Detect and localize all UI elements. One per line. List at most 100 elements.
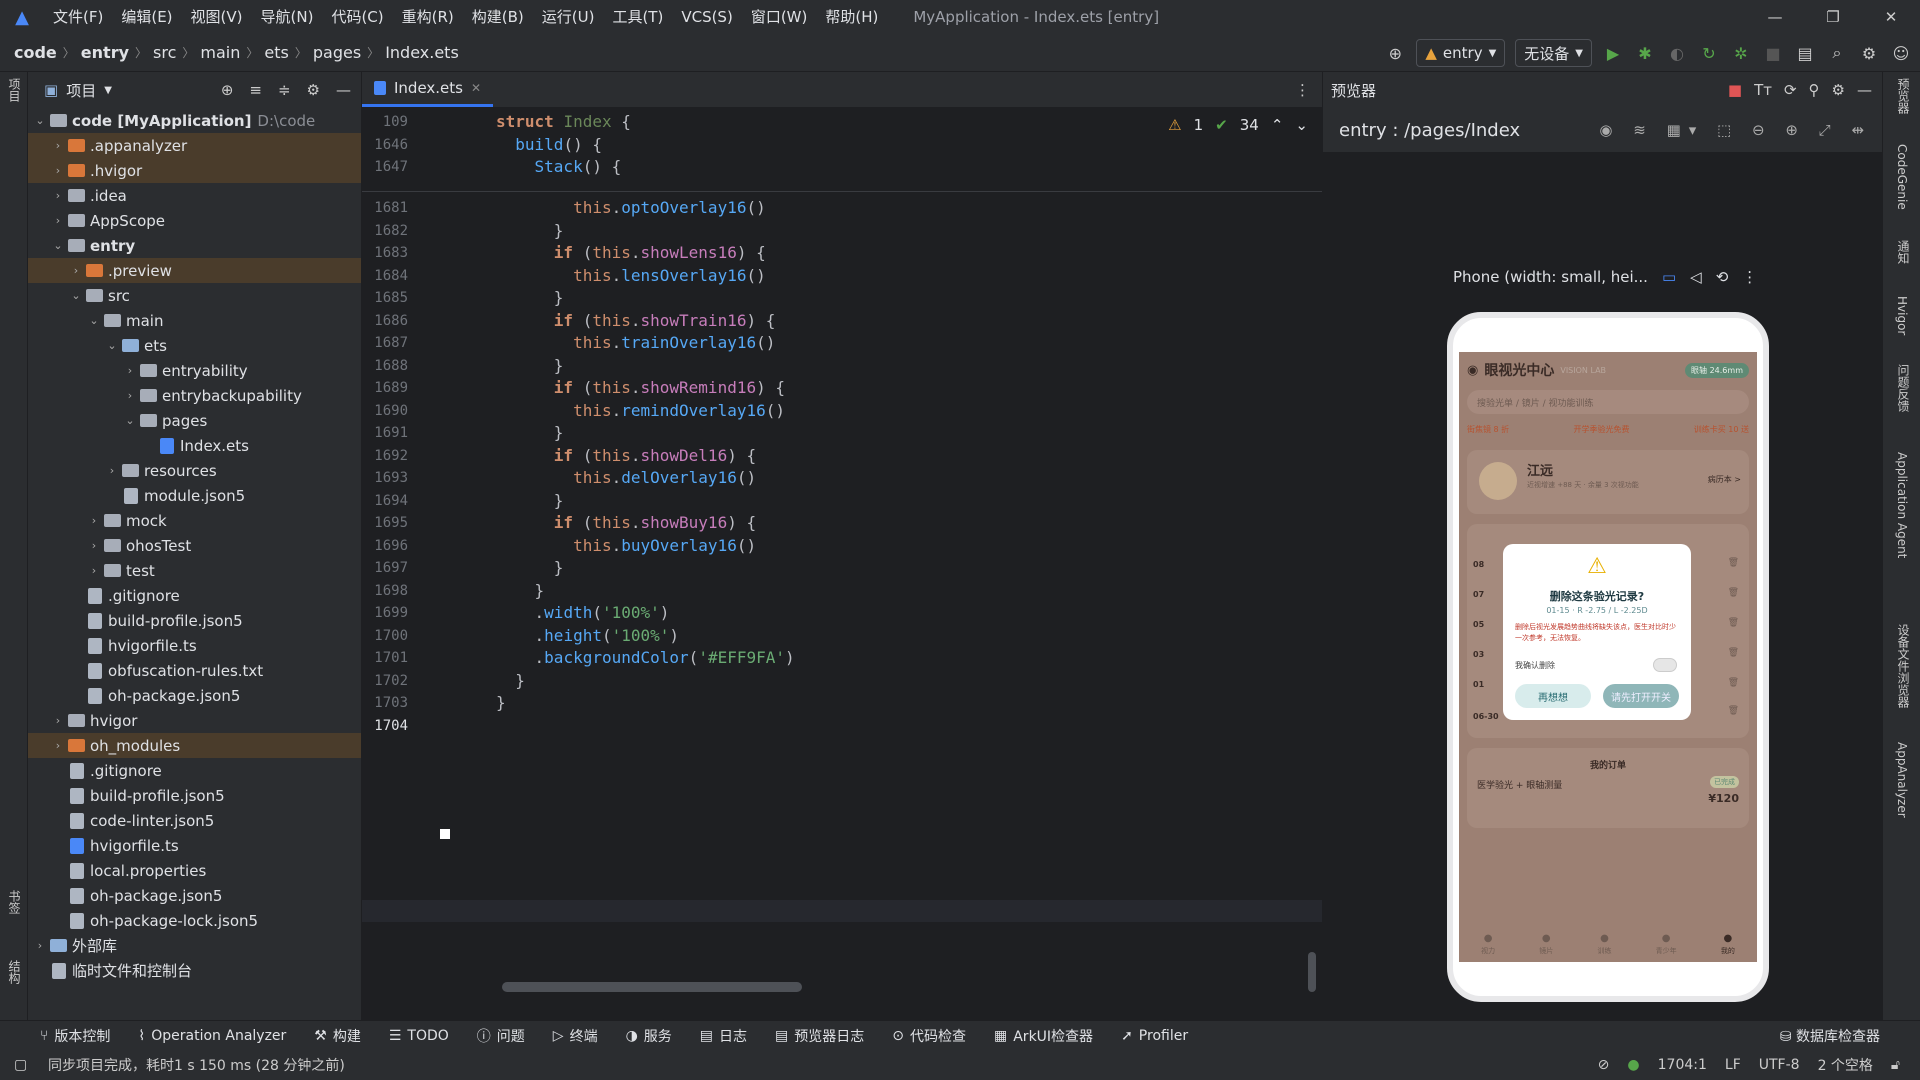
breadcrumb-item[interactable]: main xyxy=(200,43,240,62)
bottom-tool-button[interactable]: ▷ 终端 xyxy=(553,1026,598,1046)
trash-icon[interactable]: 🗑︎ xyxy=(1728,678,1739,688)
tree-row[interactable]: build-profile.json5 xyxy=(28,783,361,808)
tree-row[interactable]: ⌄ code [MyApplication] D:\code xyxy=(28,108,361,133)
more-icon[interactable]: ⋮ xyxy=(1742,268,1757,286)
cancel-button[interactable]: 再想想 xyxy=(1515,684,1591,708)
right-tool-tab[interactable]: 问题反馈 xyxy=(1895,364,1912,412)
confirm-toggle[interactable] xyxy=(1653,658,1677,672)
breadcrumb-item[interactable]: src xyxy=(153,43,176,62)
code-line[interactable]: } xyxy=(496,558,564,577)
tree-row[interactable]: › oh_modules xyxy=(28,733,361,758)
right-tool-tab[interactable]: 设备文件浏览器 xyxy=(1895,624,1912,708)
chevron-right-icon[interactable]: › xyxy=(50,214,66,227)
rotate-icon[interactable]: ⟲ xyxy=(1716,268,1729,286)
code-line[interactable]: this.optoOverlay16() xyxy=(496,198,766,217)
chevron-down-icon[interactable]: ⌄ xyxy=(32,114,48,127)
horizontal-scrollbar[interactable] xyxy=(502,982,802,992)
tree-row[interactable]: ⌄ entry xyxy=(28,233,361,258)
status-toggle-icon[interactable]: ▢ xyxy=(14,1057,27,1073)
status-message[interactable]: 同步项目完成，耗时1 s 150 ms (28 分钟之前) xyxy=(48,1055,345,1075)
menu-item[interactable]: 运行(U) xyxy=(533,0,604,34)
chevron-right-icon[interactable]: › xyxy=(86,514,102,527)
nav-tab[interactable]: ● 镜片 xyxy=(1539,933,1553,956)
right-tool-tab[interactable]: AppAnalyzer xyxy=(1895,742,1909,818)
nav-tab[interactable]: ● 青少年 xyxy=(1656,933,1677,956)
target-icon[interactable]: ⊕ xyxy=(1384,42,1406,64)
right-tool-tab[interactable]: Application Agent xyxy=(1895,452,1909,558)
code-line[interactable]: } xyxy=(496,356,564,375)
project-panel-title[interactable]: 项目 xyxy=(66,80,96,101)
menu-item[interactable]: 文件(F) xyxy=(44,0,112,34)
code-line[interactable]: if (this.showRemind16) { xyxy=(496,378,785,397)
bottom-tool-button[interactable]: ➚ Profiler xyxy=(1121,1028,1188,1044)
attach-icon[interactable]: ◐ xyxy=(1666,42,1688,64)
tree-row[interactable]: › entrybackupability xyxy=(28,383,361,408)
close-icon[interactable]: ✕ xyxy=(471,81,481,95)
tree-row[interactable]: .gitignore xyxy=(28,583,361,608)
bottom-tool-button[interactable]: ⊙ 代码检查 xyxy=(892,1026,966,1046)
font-size-icon[interactable]: Tт xyxy=(1754,81,1772,99)
tree-row[interactable]: local.properties xyxy=(28,858,361,883)
phone-screen[interactable]: ◉ 眼视光中心 VISION LAB 眼轴 24.6mm 搜验光单 / 镜片 /… xyxy=(1459,352,1757,962)
chevron-down-icon[interactable]: ⌄ xyxy=(50,239,66,252)
code-line[interactable]: struct Index { xyxy=(496,112,631,131)
tree-row[interactable]: obfuscation-rules.txt xyxy=(28,658,361,683)
menu-item[interactable]: 编辑(E) xyxy=(112,0,181,34)
tree-row[interactable]: › test xyxy=(28,558,361,583)
code-line[interactable]: this.remindOverlay16() xyxy=(496,401,785,420)
code-line[interactable]: this.buyOverlay16() xyxy=(496,536,756,555)
tree-row[interactable]: › 外部库 xyxy=(28,933,361,958)
trash-icon[interactable]: 🗑︎ xyxy=(1728,588,1739,598)
menu-item[interactable]: 视图(V) xyxy=(182,0,252,34)
stop-icon[interactable]: ■ xyxy=(1762,42,1784,64)
chevron-right-icon[interactable]: › xyxy=(86,539,102,552)
nav-tab[interactable]: ● 视力 xyxy=(1481,933,1495,956)
nav-tab[interactable]: ● 训练 xyxy=(1597,933,1611,956)
tree-row[interactable]: › entryability xyxy=(28,358,361,383)
code-line[interactable]: .backgroundColor('#EFF9FA') xyxy=(496,648,795,667)
collapse-all-icon[interactable]: ≑ xyxy=(278,81,291,99)
chevron-down-icon[interactable]: ▼ xyxy=(104,85,112,96)
code-line[interactable]: } xyxy=(496,288,564,307)
code-line[interactable]: this.delOverlay16() xyxy=(496,468,756,487)
chevron-right-icon[interactable]: › xyxy=(50,164,66,177)
breadcrumb-item[interactable]: entry xyxy=(81,43,129,62)
chevron-down-icon[interactable]: ⌄ xyxy=(68,289,84,302)
code-line[interactable]: if (this.showBuy16) { xyxy=(496,513,756,532)
promo-item[interactable]: 开学季验光免费 xyxy=(1573,424,1629,440)
chevron-right-icon[interactable]: › xyxy=(104,464,120,477)
bottom-tool-button[interactable]: ⚒ 构建 xyxy=(314,1026,361,1046)
line-separator[interactable]: LF xyxy=(1725,1057,1741,1073)
chevron-right-icon[interactable]: › xyxy=(50,139,66,152)
search-icon[interactable]: ⌕ xyxy=(1826,42,1848,64)
menu-item[interactable]: 代码(C) xyxy=(322,0,392,34)
code-line[interactable]: .width('100%') xyxy=(496,603,670,622)
code-line[interactable]: build() { xyxy=(496,135,602,154)
tab-index-ets[interactable]: Index.ets ✕ xyxy=(362,72,494,107)
maximize-icon[interactable]: ❐ xyxy=(1804,0,1862,34)
tree-row[interactable]: oh-package.json5 xyxy=(28,683,361,708)
tree-row[interactable]: hvigorfile.ts xyxy=(28,633,361,658)
structure-tool-tab[interactable]: 结构 xyxy=(6,960,23,984)
breadcrumb-item[interactable]: code xyxy=(14,43,57,62)
chevron-right-icon[interactable]: › xyxy=(122,364,138,377)
trash-icon[interactable]: 🗑︎ xyxy=(1728,558,1739,568)
refresh-icon[interactable]: ⟳ xyxy=(1784,81,1797,99)
bottom-tool-button[interactable]: ⑂ 版本控制 xyxy=(40,1026,110,1046)
right-tool-tab[interactable]: 预览器 xyxy=(1895,78,1912,114)
tree-row[interactable]: module.json5 xyxy=(28,483,361,508)
chevron-right-icon[interactable]: › xyxy=(50,739,66,752)
chevron-down-icon[interactable]: ⌄ xyxy=(86,314,102,327)
file-encoding[interactable]: UTF-8 xyxy=(1759,1057,1800,1073)
code-line[interactable]: this.trainOverlay16() xyxy=(496,333,775,352)
hide-icon[interactable]: — xyxy=(1857,81,1872,99)
bottom-tool-button[interactable]: ▦ ArkUI检查器 xyxy=(994,1026,1093,1046)
trash-icon[interactable]: 🗑︎ xyxy=(1728,706,1739,716)
breadcrumb-item[interactable]: Index.ets xyxy=(385,43,459,62)
tree-row[interactable]: hvigorfile.ts xyxy=(28,833,361,858)
code-line[interactable]: } xyxy=(496,221,564,240)
tree-row[interactable]: › .idea xyxy=(28,183,361,208)
tree-row[interactable]: build-profile.json5 xyxy=(28,608,361,633)
breadcrumb-item[interactable]: pages xyxy=(313,43,361,62)
hide-icon[interactable]: — xyxy=(336,81,351,99)
